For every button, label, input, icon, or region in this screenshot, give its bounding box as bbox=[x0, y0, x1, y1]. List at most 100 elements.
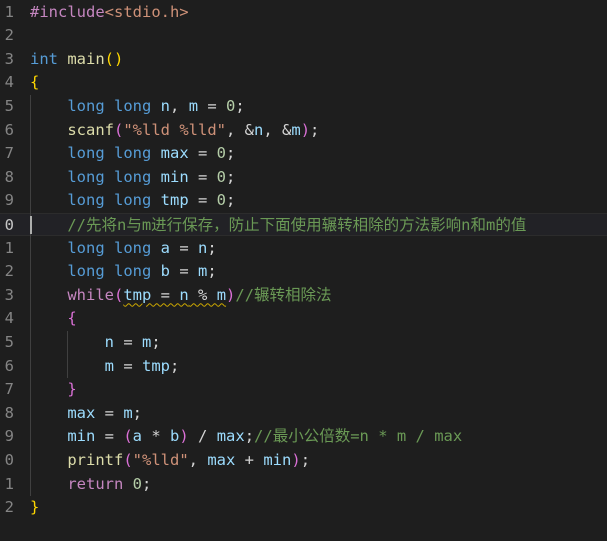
code-token: ( bbox=[123, 427, 133, 446]
code-token: main bbox=[67, 49, 105, 68]
code-line[interactable]: 8 long long min = 0; bbox=[0, 166, 607, 190]
code-token: long bbox=[67, 238, 105, 257]
code-token: / bbox=[188, 427, 217, 446]
code-line[interactable]: 6 m = tmp; bbox=[0, 355, 607, 379]
code-token: ) bbox=[226, 285, 236, 304]
code-token: <stdio.h> bbox=[104, 2, 189, 21]
code-line[interactable]: 1 #include<stdio.h> bbox=[0, 1, 607, 25]
code-text: while(tmp = n % m)//辗转相除法 bbox=[30, 284, 332, 308]
code-token: m bbox=[142, 332, 152, 351]
code-token: m bbox=[188, 96, 199, 115]
line-number: 8 bbox=[4, 403, 14, 422]
code-token: b bbox=[160, 262, 171, 281]
line-number: 4 bbox=[4, 73, 14, 92]
code-line[interactable]: 5 long long n, m = 0; bbox=[0, 95, 607, 119]
code-line[interactable]: 4 { bbox=[0, 307, 607, 331]
code-line[interactable]: 1 long long a = n; bbox=[0, 237, 607, 261]
code-token: int bbox=[30, 49, 58, 68]
code-token: while bbox=[67, 285, 114, 304]
line-number: 2 bbox=[4, 26, 14, 45]
code-line[interactable]: 9 min = (a * b) / max;//最小公倍数=n * m / ma… bbox=[0, 425, 607, 449]
code-token: ; bbox=[310, 120, 320, 139]
code-token: ; bbox=[244, 427, 255, 446]
code-line[interactable]: 2 long long b = m; bbox=[0, 260, 607, 284]
line-number: 9 bbox=[4, 427, 14, 446]
code-token: % bbox=[188, 285, 217, 304]
code-line[interactable]: 3 while(tmp = n % m)//辗转相除法 bbox=[0, 284, 607, 308]
code-line[interactable]: 2} bbox=[0, 496, 607, 520]
code-line[interactable]: 5 n = m; bbox=[0, 331, 607, 355]
code-line[interactable]: 0 printf("%lld", max + min); bbox=[0, 449, 607, 473]
text-cursor bbox=[30, 215, 32, 234]
code-token: a bbox=[132, 427, 143, 446]
code-token: min bbox=[67, 427, 96, 446]
code-token: long bbox=[114, 191, 152, 210]
code-token: a bbox=[160, 238, 171, 257]
code-token: long bbox=[67, 167, 105, 186]
code-token: long bbox=[114, 238, 152, 257]
code-line[interactable]: 3 int main() bbox=[0, 48, 607, 72]
code-token: ) bbox=[300, 120, 311, 139]
code-text: long long min = 0; bbox=[30, 166, 235, 190]
code-token: min bbox=[263, 450, 292, 469]
code-line[interactable]: 9 long long tmp = 0; bbox=[0, 189, 607, 213]
code-token: , bbox=[188, 450, 208, 469]
code-token: "%lld" bbox=[132, 450, 189, 469]
code-token: { bbox=[67, 309, 77, 328]
code-editor[interactable]: 1 #include<stdio.h> 2 3 int main() 4{5 long l… bbox=[0, 0, 607, 541]
code-line[interactable]: 6 scanf("%lld %lld", &n, &m); bbox=[0, 119, 607, 143]
code-token: () bbox=[104, 49, 124, 68]
code-text: { bbox=[30, 71, 39, 95]
code-token: ; bbox=[226, 167, 236, 186]
code-token: ; bbox=[142, 474, 152, 493]
code-token: { bbox=[30, 73, 40, 92]
code-line[interactable]: 1 return 0; bbox=[0, 473, 607, 497]
code-token: long bbox=[114, 262, 152, 281]
code-token: = bbox=[188, 144, 217, 163]
code-token: long bbox=[67, 96, 105, 115]
code-token: return bbox=[67, 474, 124, 493]
code-token: m bbox=[198, 262, 208, 281]
code-text: long long a = n; bbox=[30, 237, 216, 261]
code-token: 0 bbox=[216, 144, 227, 163]
code-token: long bbox=[67, 191, 105, 210]
code-token: 0 bbox=[216, 191, 227, 210]
code-text: long long n, m = 0; bbox=[30, 95, 244, 119]
code-token: m bbox=[123, 403, 133, 422]
indent-guide bbox=[67, 330, 69, 379]
code-token: = bbox=[114, 356, 142, 375]
code-line[interactable]: 7 } bbox=[0, 378, 607, 402]
code-token: ; bbox=[132, 403, 143, 422]
code-text: //先将n与m进行保存，防止下面使用辗转相除的方法影响n和m的值 bbox=[30, 214, 526, 236]
code-token: } bbox=[30, 498, 40, 517]
code-line[interactable]: 4{ bbox=[0, 71, 607, 95]
code-text: max = m; bbox=[30, 402, 142, 426]
code-token: max bbox=[67, 403, 96, 422]
line-number: 3 bbox=[4, 285, 14, 304]
code-line[interactable]: 7 long long max = 0; bbox=[0, 142, 607, 166]
code-line[interactable]: 0 //先将n与m进行保存，防止下面使用辗转相除的方法影响n和m的值 bbox=[0, 212, 607, 237]
code-token: * bbox=[142, 427, 171, 446]
code-token: long bbox=[114, 144, 152, 163]
code-text: long long b = m; bbox=[30, 260, 216, 284]
code-token: long bbox=[67, 144, 105, 163]
code-line[interactable]: 8 max = m; bbox=[0, 402, 607, 426]
code-token: #include bbox=[30, 2, 105, 21]
code-token: long bbox=[114, 167, 152, 186]
code-token: //辗转相除法 bbox=[235, 285, 332, 304]
code-line[interactable]: 2 bbox=[0, 24, 607, 48]
